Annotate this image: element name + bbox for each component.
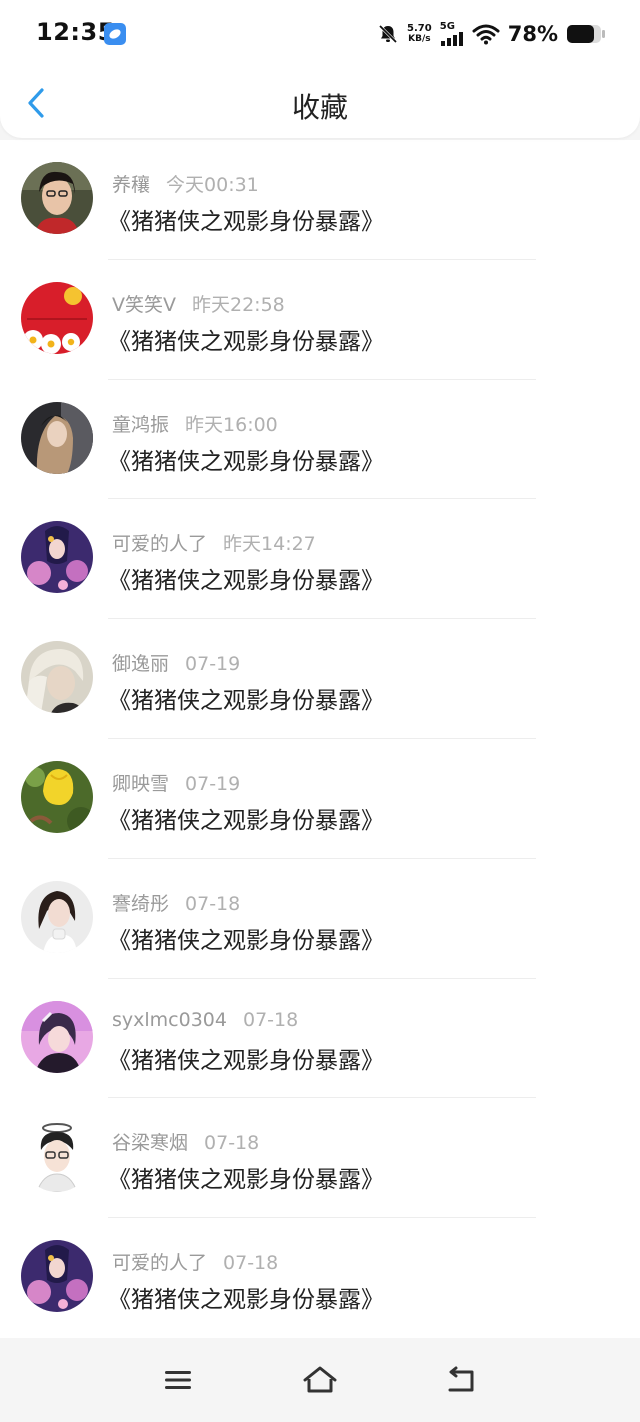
- movie-title[interactable]: 《猪猪侠之观影身份暴露》: [108, 561, 384, 595]
- item-meta: 谷梁寒烟 07-18: [112, 1128, 259, 1155]
- timestamp: 07-19: [185, 773, 241, 795]
- favorites-list: 养穰 今天00:31 《猪猪侠之观影身份暴露》 V笑笑V 昨天22:58 《猪猪侠之…: [0, 140, 640, 1338]
- timestamp: 今天00:31: [166, 174, 259, 196]
- avatar[interactable]: [21, 761, 93, 833]
- home-icon: [303, 1366, 337, 1393]
- network-type: 5G: [439, 21, 455, 32]
- timestamp: 07-18: [185, 892, 241, 915]
- user-name[interactable]: 童鸿振: [112, 414, 169, 436]
- item-meta: 卿映雪 07-19: [112, 769, 240, 796]
- battery-icon: [566, 23, 606, 45]
- item-meta: 御逸丽 07-19: [112, 649, 240, 676]
- user-name[interactable]: 謇绮彤: [112, 893, 169, 915]
- list-item[interactable]: 御逸丽 07-19 《猪猪侠之观影身份暴露》: [0, 619, 640, 739]
- list-item[interactable]: V笑笑V 昨天22:58 《猪猪侠之观影身份暴露》: [0, 260, 640, 380]
- movie-title[interactable]: 《猪猪侠之观影身份暴露》: [108, 1041, 384, 1075]
- item-meta: 可爱的人了 07-18: [112, 1248, 278, 1275]
- list-item[interactable]: 可爱的人了 昨天14:27 《猪猪侠之观影身份暴露》: [0, 499, 640, 620]
- list-item[interactable]: 卿映雪 07-19 《猪猪侠之观影身份暴露》: [0, 739, 640, 859]
- avatar[interactable]: [21, 521, 93, 594]
- avatar[interactable]: [21, 162, 93, 234]
- avatar[interactable]: [21, 1120, 93, 1193]
- wifi-icon: [472, 23, 500, 45]
- avatar[interactable]: [21, 401, 93, 474]
- top-bar: 12:35 5.70 KB/s 5G 78% 收藏: [0, 0, 640, 138]
- back-arrow-icon: [448, 1366, 474, 1392]
- user-name[interactable]: V笑笑V: [112, 294, 176, 316]
- timestamp: 昨天22:58: [192, 293, 285, 316]
- avatar[interactable]: [21, 880, 93, 953]
- movie-title[interactable]: 《猪猪侠之观影身份暴露》: [108, 322, 384, 356]
- user-name[interactable]: syxlmc0304: [112, 1009, 227, 1031]
- timestamp: 07-18: [204, 1132, 260, 1155]
- user-name[interactable]: 可爱的人了: [112, 533, 207, 555]
- navigation-header: 收藏: [0, 72, 640, 134]
- home-button[interactable]: [300, 1360, 340, 1400]
- avatar[interactable]: [21, 1240, 93, 1313]
- user-name[interactable]: 可爱的人了: [112, 1252, 207, 1274]
- movie-title[interactable]: 《猪猪侠之观影身份暴露》: [108, 1160, 384, 1194]
- user-name[interactable]: 谷梁寒烟: [112, 1132, 188, 1154]
- timestamp: 昨天16:00: [185, 413, 278, 436]
- menu-button[interactable]: [158, 1360, 198, 1400]
- page-title: 收藏: [291, 91, 348, 124]
- system-navigation-bar: [0, 1338, 640, 1422]
- list-item[interactable]: 童鸿振 昨天16:00 《猪猪侠之观影身份暴露》: [0, 380, 640, 500]
- user-name[interactable]: 卿映雪: [112, 773, 169, 795]
- item-meta: 童鸿振 昨天16:00: [112, 410, 278, 437]
- item-meta: 养穰 今天00:31: [112, 170, 259, 197]
- list-item[interactable]: 可爱的人了 07-18 《猪猪侠之观影身份暴露》: [0, 1218, 640, 1338]
- user-name[interactable]: 养穰: [112, 174, 150, 196]
- movie-title[interactable]: 《猪猪侠之观影身份暴露》: [108, 921, 384, 955]
- list-item[interactable]: 谷梁寒烟 07-18 《猪猪侠之观影身份暴露》: [0, 1098, 640, 1219]
- list-item[interactable]: 謇绮彤 07-18 《猪猪侠之观影身份暴露》: [0, 859, 640, 979]
- user-name[interactable]: 御逸丽: [112, 653, 169, 675]
- list-item[interactable]: syxlmc0304 07-18 《猪猪侠之观影身份暴露》: [0, 979, 640, 1099]
- movie-title[interactable]: 《猪猪侠之观影身份暴露》: [108, 202, 384, 236]
- list-item[interactable]: 养穰 今天00:31 《猪猪侠之观影身份暴露》: [0, 140, 640, 260]
- item-meta: syxlmc0304 07-18: [112, 1009, 298, 1031]
- item-meta: V笑笑V 昨天22:58: [112, 290, 285, 317]
- avatar[interactable]: [21, 641, 93, 714]
- item-meta: 謇绮彤 07-18: [112, 889, 240, 916]
- timestamp: 07-18: [242, 1008, 299, 1031]
- timestamp: 07-18: [223, 1252, 279, 1275]
- battery-percent: 78%: [507, 22, 558, 46]
- movie-title[interactable]: 《猪猪侠之观影身份暴露》: [108, 801, 384, 835]
- menu-icon: [165, 1371, 191, 1389]
- avatar[interactable]: [21, 281, 93, 354]
- back-nav-button[interactable]: [442, 1360, 482, 1400]
- movie-title[interactable]: 《猪猪侠之观影身份暴露》: [108, 1280, 384, 1314]
- movie-title[interactable]: 《猪猪侠之观影身份暴露》: [108, 681, 384, 715]
- movie-title[interactable]: 《猪猪侠之观影身份暴露》: [108, 442, 384, 476]
- avatar[interactable]: [21, 1000, 93, 1073]
- signal-bars-icon: [440, 32, 463, 46]
- cellular-signal: 5G: [440, 22, 464, 46]
- status-indicators: 5.70 KB/s 5G 78%: [377, 18, 606, 50]
- item-meta: 可爱的人了 昨天14:27: [112, 529, 316, 556]
- mute-bell-icon: [377, 23, 399, 45]
- timestamp: 07-19: [185, 653, 241, 676]
- network-speed: 5.70 KB/s: [407, 23, 432, 45]
- app-notification-icon: [104, 23, 126, 45]
- timestamp: 昨天14:27: [223, 533, 316, 556]
- status-bar: 12:35 5.70 KB/s 5G 78%: [0, 0, 640, 68]
- network-speed-unit: KB/s: [408, 34, 431, 44]
- network-speed-value: 5.70: [407, 23, 432, 34]
